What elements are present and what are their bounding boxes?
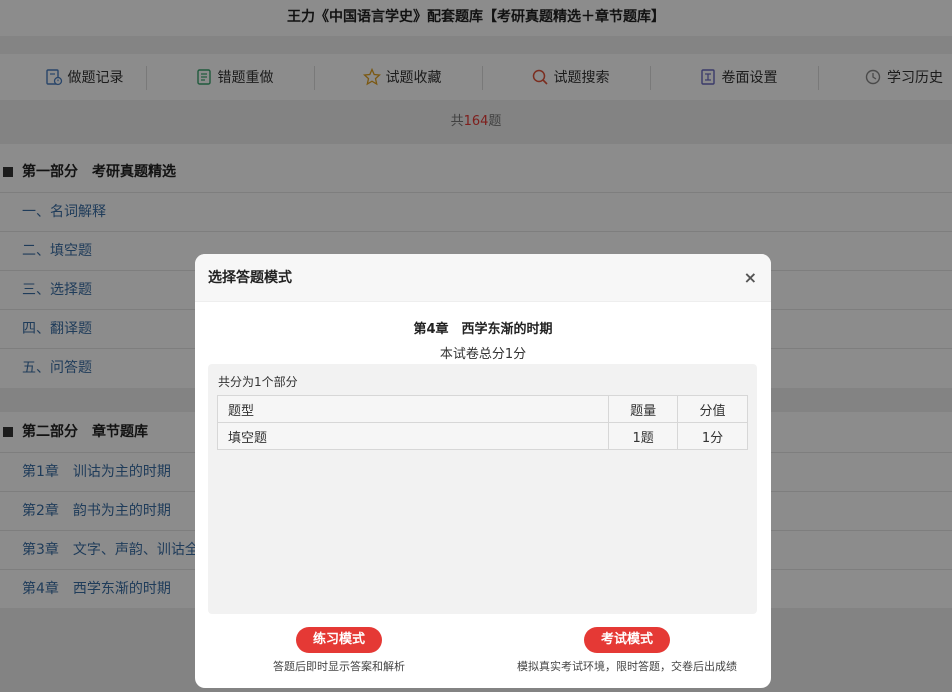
question-type-table: 题型 题量 分值 填空题 1题 1分 [216,395,748,450]
table-header-row: 题型 题量 分值 [216,395,748,423]
exam-mode-button[interactable]: 考试模式 [584,627,670,653]
dialog-header: 选择答题模式 × [195,254,771,302]
cell-score: 1分 [677,422,748,450]
paper-info-box: 共分为1个部分 题型 题量 分值 填空题 1题 1分 [208,364,757,614]
total-score: 本试卷总分1分 [439,347,527,362]
exam-mode-description: 模拟真实考试环境，限时答题，交卷后出成绩 [517,660,737,673]
chapter-title: 第4章 西学东渐的时期 [413,322,553,337]
parts-count: 共分为1个部分 [218,375,298,389]
column-header-count: 题量 [608,395,679,423]
cell-type: 填空题 [216,422,610,450]
close-icon[interactable]: × [744,254,757,302]
answer-mode-dialog: 选择答题模式 × 第4章 西学东渐的时期 本试卷总分1分 共分为1个部分 题型 … [195,254,771,688]
column-header-score: 分值 [677,395,748,423]
column-header-type: 题型 [216,395,610,423]
cell-count: 1题 [608,422,679,450]
practice-mode-button[interactable]: 练习模式 [296,627,382,653]
practice-mode-description: 答题后即时显示答案和解析 [273,660,405,673]
dialog-title: 选择答题模式 [208,270,292,286]
table-row: 填空题 1题 1分 [216,422,748,450]
